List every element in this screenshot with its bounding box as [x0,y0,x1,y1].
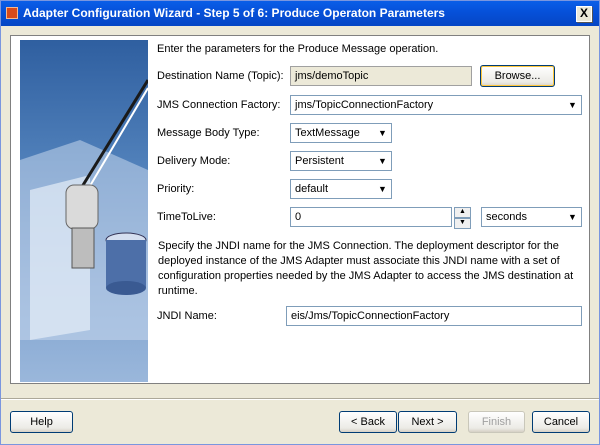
wizard-window: Adapter Configuration Wizard - Step 5 of… [0,0,600,445]
connection-factory-value: jms/TopicConnectionFactory [295,99,434,111]
time-to-live-input[interactable]: 0 [290,207,452,227]
jndi-description-line: deployed instance of the JMS Adapter mus… [158,255,560,267]
destination-field[interactable]: jms/demoTopic [290,66,472,86]
priority-value: default [295,183,329,195]
plug-icon [20,79,148,340]
jndi-description: Specify the JNDI name for the JMS Connec… [158,239,583,299]
jndi-name-input[interactable]: eis/Jms/TopicConnectionFactory [286,306,582,326]
content-panel: Enter the parameters for the Produce Mes… [10,35,590,384]
spin-up-icon[interactable]: ▲ [454,207,471,218]
intro-text: Enter the parameters for the Produce Mes… [157,43,439,55]
destination-label: Destination Name (Topic): [157,70,284,82]
window-title: Adapter Configuration Wizard - Step 5 of… [23,6,445,20]
message-body-type-label: Message Body Type: [157,127,260,139]
chevron-down-icon[interactable]: ▼ [564,96,581,114]
chevron-down-icon[interactable]: ▼ [374,180,391,198]
chevron-down-icon[interactable]: ▼ [564,208,581,226]
finish-button[interactable]: Finish [468,411,525,433]
delivery-mode-label: Delivery Mode: [157,155,231,167]
app-icon [6,7,18,19]
message-body-type-select[interactable]: TextMessage ▼ [290,123,392,143]
connection-factory-label: JMS Connection Factory: [157,99,281,111]
next-button[interactable]: Next > [398,411,457,433]
time-to-live-spinner[interactable]: ▲ ▼ [454,207,471,229]
plug-database-illustration [20,40,148,382]
delivery-mode-value: Persistent [295,155,344,167]
jndi-name-label: JNDI Name: [157,310,217,322]
time-to-live-label: TimeToLive: [157,211,216,223]
back-button[interactable]: < Back [339,411,397,433]
jndi-description-line: runtime. [158,285,198,297]
browse-button[interactable]: Browse... [480,65,555,87]
time-unit-select[interactable]: seconds ▼ [481,207,582,227]
delivery-mode-select[interactable]: Persistent ▼ [290,151,392,171]
close-button[interactable]: X [576,6,592,22]
spin-down-icon[interactable]: ▼ [454,218,471,229]
chevron-down-icon[interactable]: ▼ [374,152,391,170]
message-body-type-value: TextMessage [295,127,360,139]
jndi-description-line: configuration properties needed by the J… [158,270,574,282]
title-bar[interactable]: Adapter Configuration Wizard - Step 5 of… [1,1,599,26]
priority-select[interactable]: default ▼ [290,179,392,199]
jndi-description-line: Specify the JNDI name for the JMS Connec… [158,240,559,252]
help-button[interactable]: Help [10,411,73,433]
chevron-down-icon[interactable]: ▼ [374,124,391,142]
time-unit-value: seconds [486,211,527,223]
connection-factory-select[interactable]: jms/TopicConnectionFactory ▼ [290,95,582,115]
separator [1,398,599,400]
cancel-button[interactable]: Cancel [532,411,590,433]
priority-label: Priority: [157,183,195,195]
